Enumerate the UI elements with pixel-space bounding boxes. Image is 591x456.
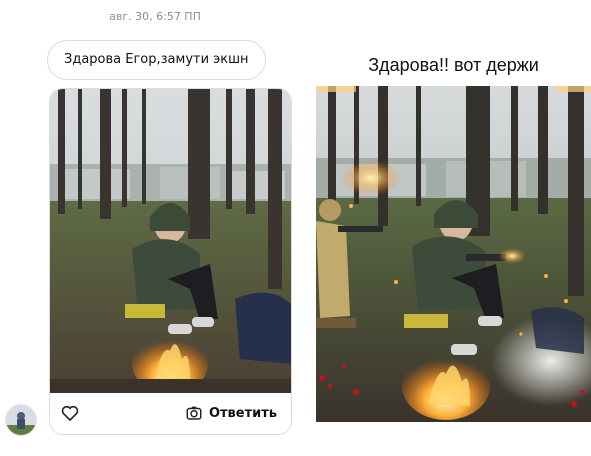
- message-text: Здарова Егор,замути экшн: [64, 52, 249, 67]
- story-photo: [50, 89, 291, 393]
- edited-photo: [316, 86, 591, 422]
- story-card[interactable]: Ответить: [49, 88, 292, 435]
- reply-button[interactable]: Ответить: [185, 403, 277, 423]
- message-bubble[interactable]: Здарова Егор,замути экшн: [47, 40, 266, 80]
- reply-title: Здарова!! вот держи: [368, 55, 539, 75]
- timestamp: авг. 30, 6:57 ПП: [109, 10, 201, 23]
- like-button[interactable]: [60, 403, 80, 423]
- heart-icon: [61, 405, 79, 422]
- camera-icon: [186, 406, 202, 420]
- reply-label: Ответить: [208, 405, 277, 421]
- avatar[interactable]: [5, 404, 37, 436]
- story-footer: Ответить: [50, 393, 291, 434]
- avatar-image: [6, 405, 36, 435]
